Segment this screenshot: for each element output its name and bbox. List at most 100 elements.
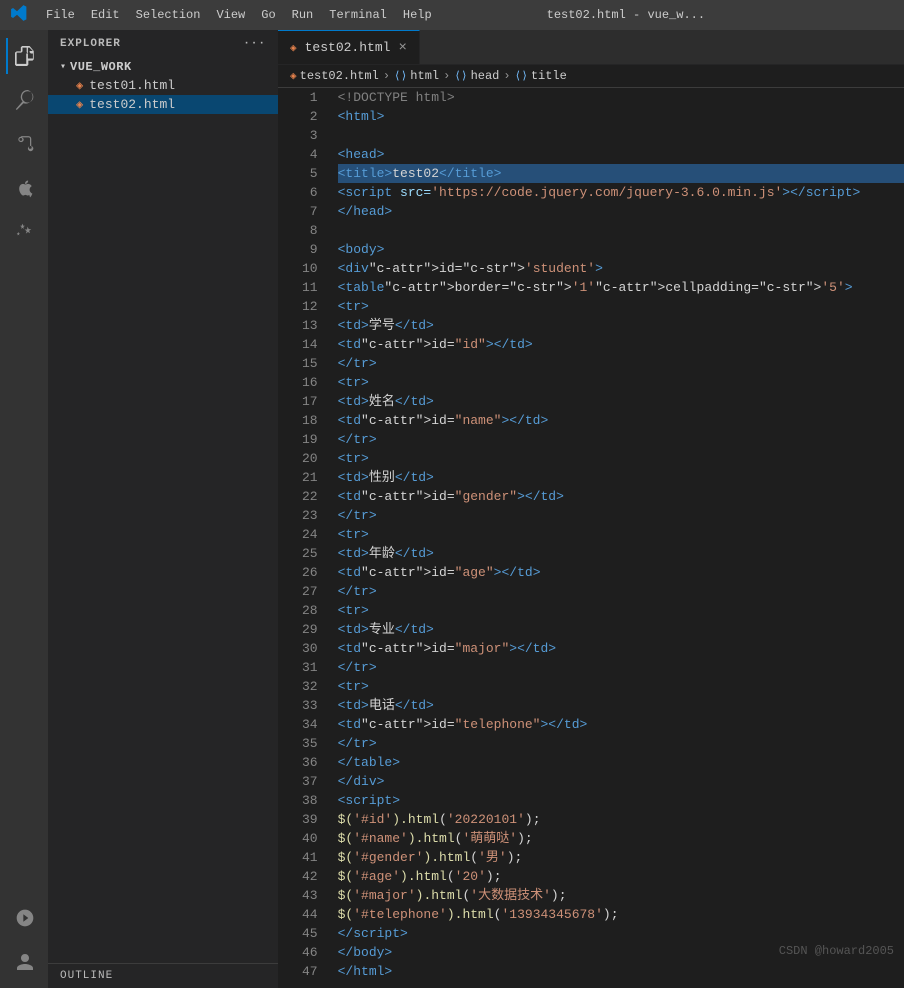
table-row: $('#name').html('萌萌哒'); [338, 829, 904, 848]
line-numbers: 1234567891011121314151617181920212223242… [278, 88, 334, 988]
table-row [338, 126, 904, 145]
table-row: <tr> [338, 677, 904, 696]
table-row: <tr> [338, 525, 904, 544]
file-name-test01: test01.html [89, 78, 175, 93]
file-name-test02: test02.html [89, 97, 175, 112]
menu-view[interactable]: View [210, 6, 251, 24]
table-row: <body> [338, 240, 904, 259]
main-layout: EXPLORER ··· ▾ VUE_WORK ◈ test01.html ◈ … [0, 30, 904, 988]
tab-test02[interactable]: ◈ test02.html × [278, 30, 420, 64]
tab-bar: ◈ test02.html × [278, 30, 904, 65]
menu-edit[interactable]: Edit [85, 6, 126, 24]
table-row: <td>电话</td> [338, 696, 904, 715]
debug-activity-icon[interactable] [6, 170, 42, 206]
extensions-activity-icon[interactable] [6, 214, 42, 250]
table-row: <td "c-attr">id="telephone"></td> [338, 715, 904, 734]
table-row: </tr> [338, 430, 904, 449]
breadcrumb-file-label: test02.html [300, 69, 379, 83]
tab-label: test02.html [305, 40, 391, 55]
file-test01[interactable]: ◈ test01.html [48, 76, 278, 95]
activity-bar [0, 30, 48, 988]
title-bar: File Edit Selection View Go Run Terminal… [0, 0, 904, 30]
table-row: <script> [338, 791, 904, 810]
breadcrumb-file-icon: ◈ [290, 69, 297, 83]
breadcrumb-html-icon: ⟨⟩ [394, 69, 407, 83]
breadcrumb-head-label: head [471, 69, 500, 83]
breadcrumb-html[interactable]: ⟨⟩ html [394, 69, 439, 83]
file-test02[interactable]: ◈ test02.html [48, 95, 278, 114]
menu-terminal[interactable]: Terminal [323, 6, 393, 24]
table-row [338, 221, 904, 240]
breadcrumb: ◈ test02.html › ⟨⟩ html › ⟨⟩ head › ⟨⟩ t… [278, 65, 904, 88]
table-row: <tr> [338, 601, 904, 620]
menu-file[interactable]: File [40, 6, 81, 24]
menu-selection[interactable]: Selection [130, 6, 207, 24]
table-row: <tr> [338, 449, 904, 468]
menu-bar: File Edit Selection View Go Run Terminal… [40, 6, 438, 24]
table-row: <td>姓名</td> [338, 392, 904, 411]
table-row: <td "c-attr">id="major"></td> [338, 639, 904, 658]
code-content[interactable]: <!DOCTYPE html><html> <head> <title>test… [334, 88, 904, 988]
folder-arrow-icon: ▾ [60, 61, 66, 73]
breadcrumb-title[interactable]: ⟨⟩ title [515, 69, 567, 83]
table-row: <title>test02</title> [338, 164, 904, 183]
menu-go[interactable]: Go [255, 6, 281, 24]
breadcrumb-head[interactable]: ⟨⟩ head [454, 69, 499, 83]
file-icon-test01: ◈ [76, 78, 83, 93]
search-activity-icon[interactable] [6, 82, 42, 118]
code-editor[interactable]: 1234567891011121314151617181920212223242… [278, 88, 904, 988]
title-bar-title: test02.html - vue_w... [547, 8, 705, 22]
account-activity-icon[interactable] [6, 944, 42, 980]
table-row: <tr> [338, 373, 904, 392]
tab-close-button[interactable]: × [398, 40, 406, 56]
breadcrumb-sep-2: › [443, 69, 450, 83]
table-row: </tr> [338, 506, 904, 525]
outline-section: OUTLINE [48, 963, 278, 988]
table-row: <!DOCTYPE html> [338, 88, 904, 107]
breadcrumb-sep-1: › [383, 69, 390, 83]
table-row: <html> [338, 107, 904, 126]
table-row: </tr> [338, 658, 904, 677]
breadcrumb-html-label: html [410, 69, 439, 83]
table-row: $('#gender').html('男'); [338, 848, 904, 867]
table-row: </table> [338, 753, 904, 772]
table-row: <div "c-attr">id="c-str">'student'> [338, 259, 904, 278]
table-row: </tr> [338, 354, 904, 373]
folder-vue-work[interactable]: ▾ VUE_WORK [48, 58, 278, 76]
table-row: </tr> [338, 582, 904, 601]
table-row: <tr> [338, 297, 904, 316]
sidebar: EXPLORER ··· ▾ VUE_WORK ◈ test01.html ◈ … [48, 30, 278, 988]
table-row: </div> [338, 772, 904, 791]
table-row: $('#age').html('20'); [338, 867, 904, 886]
table-row: $('#major').html('大数据技术'); [338, 886, 904, 905]
breadcrumb-file[interactable]: ◈ test02.html [290, 69, 379, 83]
source-control-activity-icon[interactable] [6, 126, 42, 162]
table-row: $('#id').html('20220101'); [338, 810, 904, 829]
sidebar-header-icons: ··· [243, 38, 266, 50]
sidebar-ellipsis[interactable]: ··· [243, 38, 266, 50]
table-row: </html> [338, 962, 904, 981]
tab-file-icon: ◈ [290, 41, 297, 55]
table-row: <td "c-attr">id="gender"></td> [338, 487, 904, 506]
table-row: </tr> [338, 734, 904, 753]
table-row: <td "c-attr">id="id"></td> [338, 335, 904, 354]
activity-bar-bottom [6, 900, 42, 988]
table-row: </head> [338, 202, 904, 221]
menu-run[interactable]: Run [286, 6, 320, 24]
sidebar-title: EXPLORER [60, 38, 121, 50]
breadcrumb-head-icon: ⟨⟩ [454, 69, 467, 83]
table-row: <td>年龄</td> [338, 544, 904, 563]
table-row: <script src='https://code.jquery.com/jqu… [338, 183, 904, 202]
folder-name: VUE_WORK [70, 60, 132, 74]
table-row: <td>性别</td> [338, 468, 904, 487]
menu-help[interactable]: Help [397, 6, 438, 24]
vscode-logo [10, 4, 28, 27]
table-row: </script> [338, 924, 904, 943]
table-row: <td>专业</td> [338, 620, 904, 639]
table-row: <td "c-attr">id="age"></td> [338, 563, 904, 582]
title-bar-left: File Edit Selection View Go Run Terminal… [10, 4, 438, 27]
remote-activity-icon[interactable] [6, 900, 42, 936]
table-row: <td>学号</td> [338, 316, 904, 335]
editor-area: ◈ test02.html × ◈ test02.html › ⟨⟩ html … [278, 30, 904, 988]
explorer-activity-icon[interactable] [6, 38, 42, 74]
